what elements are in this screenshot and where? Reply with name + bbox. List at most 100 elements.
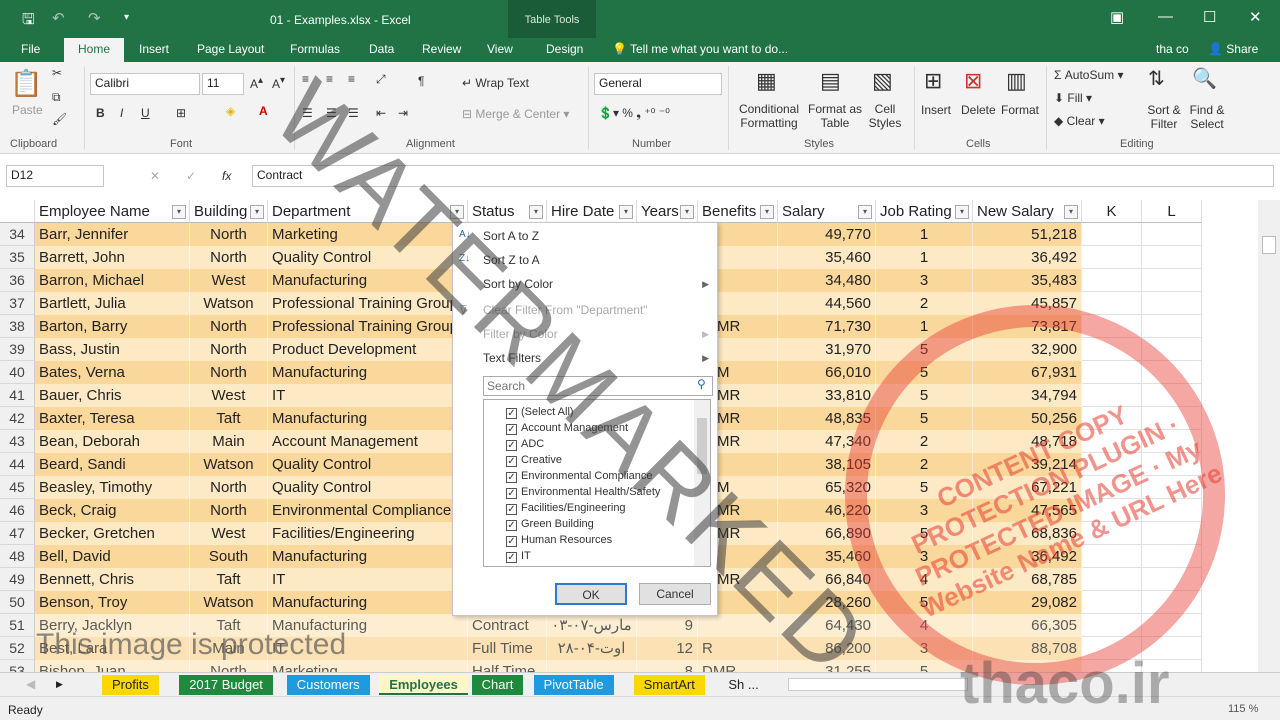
row-header[interactable]: 53 (0, 660, 35, 672)
table-cell[interactable] (1142, 407, 1202, 430)
table-cell[interactable]: Bishop, Juan (35, 660, 190, 672)
filter-search-input[interactable] (483, 376, 713, 396)
table-cell[interactable] (1142, 430, 1202, 453)
tab-data[interactable]: Data (369, 42, 394, 56)
table-cell[interactable]: Beasley, Timothy (35, 476, 190, 499)
table-cell[interactable] (1082, 384, 1142, 407)
table-cell[interactable]: 64,430 (778, 614, 876, 637)
insert-button[interactable]: Insert (921, 103, 951, 117)
find-select-button[interactable]: Find & Select (1186, 103, 1228, 131)
table-cell[interactable] (1142, 453, 1202, 476)
table-cell[interactable]: 39,214 (973, 453, 1082, 476)
table-cell[interactable]: 3 (876, 545, 973, 568)
checkbox-checked[interactable]: ✓ (506, 440, 517, 451)
column-header[interactable]: Years ▾ (637, 200, 698, 223)
table-cell[interactable]: Product Development (268, 338, 468, 361)
table-cell[interactable]: 31,970 (778, 338, 876, 361)
formula-input[interactable]: Contract (252, 165, 1274, 187)
share-button[interactable]: 👤 Share (1208, 42, 1258, 56)
table-cell[interactable]: Baxter, Teresa (35, 407, 190, 430)
row-header[interactable]: 36 (0, 269, 35, 292)
table-cell[interactable]: Main (190, 430, 268, 453)
table-cell[interactable]: Marketing (268, 223, 468, 246)
row-header[interactable]: 40 (0, 361, 35, 384)
table-cell[interactable]: Barton, Barry (35, 315, 190, 338)
row-header[interactable]: 35 (0, 246, 35, 269)
table-cell[interactable]: 48,718 (973, 430, 1082, 453)
table-cell[interactable]: Bass, Justin (35, 338, 190, 361)
table-cell[interactable]: 5 (876, 660, 973, 672)
table-cell[interactable]: 66,010 (778, 361, 876, 384)
prev-sheet-icon[interactable]: ◀ (26, 677, 35, 691)
table-cell[interactable]: Marketing (268, 660, 468, 672)
table-cell[interactable] (1142, 223, 1202, 246)
table-cell[interactable] (1082, 568, 1142, 591)
table-cell[interactable]: 31,255 (778, 660, 876, 672)
increase-font-icon[interactable]: A▴ (250, 75, 263, 91)
table-cell[interactable]: 51,218 (973, 223, 1082, 246)
table-cell[interactable] (698, 614, 778, 637)
table-cell[interactable]: 48,835 (778, 407, 876, 430)
align-left-icon[interactable]: ☰ (302, 106, 313, 120)
row-header[interactable]: 45 (0, 476, 35, 499)
checkbox-checked[interactable]: ✓ (506, 472, 517, 483)
number-format-select[interactable]: General (594, 73, 722, 95)
column-header[interactable]: Benefits ▾ (698, 200, 778, 223)
decrease-font-icon[interactable]: A▾ (272, 75, 285, 91)
row-header[interactable]: 49 (0, 568, 35, 591)
tell-me-input[interactable]: Tell me what you want to do... (630, 42, 788, 56)
table-cell[interactable]: Beard, Sandi (35, 453, 190, 476)
checkbox-checked[interactable]: ✓ (506, 536, 517, 547)
table-cell[interactable] (1082, 545, 1142, 568)
table-cell[interactable]: Account Management (268, 430, 468, 453)
align-middle-icon[interactable]: ≡ (326, 72, 333, 86)
column-header[interactable]: Department ▾ (268, 200, 468, 223)
table-cell[interactable]: North (190, 660, 268, 672)
align-center-icon[interactable]: ☰ (326, 106, 337, 120)
filter-dropdown-icon[interactable]: ▾ (450, 205, 464, 219)
table-cell[interactable] (1082, 315, 1142, 338)
table-cell[interactable] (1082, 223, 1142, 246)
font-size-select[interactable]: 11 (202, 73, 244, 95)
table-cell[interactable]: 8 (637, 660, 698, 672)
table-cell[interactable]: West (190, 269, 268, 292)
undo-icon[interactable]: ↶ (52, 9, 65, 27)
table-cell[interactable]: 28,260 (778, 591, 876, 614)
filter-item[interactable]: ✓ Human Resources (506, 532, 612, 548)
table-cell[interactable]: 38,105 (778, 453, 876, 476)
table-cell[interactable]: Taft (190, 614, 268, 637)
table-cell[interactable]: 5 (876, 591, 973, 614)
table-cell[interactable]: North (190, 499, 268, 522)
table-cell[interactable]: Beck, Craig (35, 499, 190, 522)
sheet-tab[interactable]: Chart (471, 675, 524, 695)
table-cell[interactable]: 29,082 (973, 591, 1082, 614)
filter-item[interactable]: ✓ ADC (506, 436, 544, 452)
table-cell[interactable] (1082, 269, 1142, 292)
table-cell[interactable] (1142, 269, 1202, 292)
tab-insert[interactable]: Insert (139, 42, 169, 56)
sort-a-to-z[interactable]: Sort A to Z (483, 229, 539, 243)
table-cell[interactable]: North (190, 315, 268, 338)
table-cell[interactable] (547, 660, 637, 672)
next-sheet-icon[interactable]: ▶ (56, 679, 63, 690)
table-cell[interactable]: Barrett, John (35, 246, 190, 269)
table-cell[interactable] (1142, 361, 1202, 384)
tab-file[interactable]: File (21, 42, 40, 56)
orientation-icon[interactable]: ⤢ (376, 72, 386, 87)
sheet-tab[interactable]: 2017 Budget (179, 675, 273, 695)
table-cell[interactable] (1142, 591, 1202, 614)
decrease-indent-icon[interactable]: ⇤ (376, 106, 386, 120)
table-cell[interactable] (1082, 338, 1142, 361)
table-cell[interactable]: Barr, Jennifer (35, 223, 190, 246)
table-cell[interactable] (1142, 292, 1202, 315)
table-cell[interactable]: Half Time (468, 660, 547, 672)
table-cell[interactable]: 45,857 (973, 292, 1082, 315)
row-header[interactable]: 38 (0, 315, 35, 338)
table-cell[interactable] (1142, 384, 1202, 407)
filter-dropdown-icon[interactable]: ▾ (619, 205, 633, 219)
sort-by-color[interactable]: Sort by Color (483, 277, 553, 291)
filter-item[interactable]: ✓ Environmental Compliance (506, 468, 652, 484)
table-cell[interactable] (1142, 637, 1202, 660)
table-cell[interactable]: Full Time (468, 637, 547, 660)
column-header[interactable]: Hire Date ▾ (547, 200, 637, 223)
